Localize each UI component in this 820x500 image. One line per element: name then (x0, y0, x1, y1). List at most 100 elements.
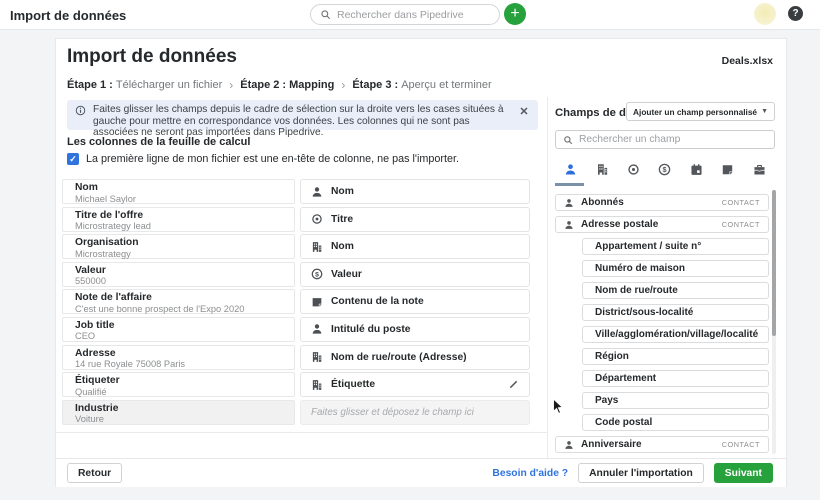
subfield-item[interactable]: Numéro de maison (582, 260, 769, 277)
source-column-cell: OrganisationMicrostrategy (62, 234, 295, 259)
mapped-field-cell[interactable]: Contenu de la note (300, 289, 530, 314)
subfield-item[interactable]: Département (582, 370, 769, 387)
pipedrive-field-label: Anniversaire (581, 439, 642, 450)
mapped-field-cell[interactable]: Nom (300, 179, 530, 204)
help-icon[interactable]: ? (788, 6, 803, 21)
source-column-cell: Adresse14 rue Royale 75008 Paris (62, 345, 295, 370)
mapping-row: Job titleCEOIntitulé du poste (62, 317, 541, 342)
tab-briefcase[interactable] (744, 157, 775, 181)
drop-zone-placeholder: Faites glisser et déposez le champ ici (311, 407, 474, 418)
deal-icon (311, 213, 323, 225)
pipedrive-field-label: Département (595, 373, 656, 384)
pipedrive-field-label: Abonnés (581, 197, 624, 208)
mapped-field-cell[interactable]: Titre (300, 207, 530, 232)
drop-zone[interactable]: Faites glisser et déposez le champ ici (300, 400, 530, 425)
mapping-row: Titre de l'offreMicrostrategy lead Titre (62, 207, 541, 232)
calendar-icon (690, 163, 703, 176)
field-entity-tag: CONTACT (722, 198, 760, 207)
import-card: Import de données Deals.xlsx Étape 1 :Té… (55, 38, 787, 487)
person-icon (564, 220, 574, 230)
breadcrumb-step[interactable]: Étape 2 :Mapping (240, 79, 334, 91)
tab-note[interactable] (712, 157, 743, 181)
subfield-item[interactable]: Code postal (582, 414, 769, 431)
tab-organization[interactable] (586, 157, 617, 181)
avatar[interactable] (754, 3, 776, 25)
person-icon (564, 198, 574, 208)
column-title: Valeur (75, 265, 282, 277)
back-button[interactable]: Retour (67, 463, 122, 483)
pipedrive-field-label: Ville/agglomération/village/localité (595, 329, 758, 340)
subfield-item[interactable]: Pays (582, 392, 769, 409)
breadcrumb-step[interactable]: Étape 3 :Aperçu et terminer (352, 79, 491, 91)
need-help-link[interactable]: Besoin d'aide ? (492, 468, 568, 479)
mapped-field-cell[interactable]: Nom de rue/route (Adresse) (300, 345, 530, 370)
source-column-cell: Titre de l'offreMicrostrategy lead (62, 207, 295, 232)
mapped-field-label: Titre (331, 214, 353, 225)
breadcrumb-step[interactable]: Étape 1 :Télécharger un fichier (67, 79, 222, 91)
pipedrive-field-label: Code postal (595, 417, 652, 428)
mapped-field-label: Valeur (331, 269, 362, 280)
step-label: Télécharger un fichier (116, 79, 222, 91)
global-search-input[interactable]: Rechercher dans Pipedrive (310, 4, 500, 25)
tab-calendar[interactable] (681, 157, 712, 181)
source-column-cell: NomMichael Saylor (62, 179, 295, 204)
svg-text:$: $ (663, 165, 667, 174)
pipedrive-field-label: Adresse postale (581, 219, 658, 230)
quick-add-button[interactable]: + (504, 3, 526, 25)
column-sample: Microstrategy lead (75, 221, 282, 231)
pipedrive-field-label: Région (595, 351, 629, 362)
mapped-field-label: Nom (331, 241, 354, 252)
subfield-item[interactable]: District/sous-localité (582, 304, 769, 321)
pipedrive-field-label: District/sous-localité (595, 307, 693, 318)
mapped-field-label: Nom de rue/route (Adresse) (331, 352, 467, 363)
subfield-item[interactable]: Nom de rue/route (582, 282, 769, 299)
money-icon: $ (658, 163, 671, 176)
step-prefix: Étape 2 : (240, 79, 286, 91)
mapping-row: OrganisationMicrostrategy Nom (62, 234, 541, 259)
subfield-item[interactable]: Appartement / suite n° (582, 238, 769, 255)
close-icon[interactable]: ✕ (518, 105, 530, 118)
scrollbar-thumb[interactable] (772, 190, 776, 336)
organization-icon (311, 241, 323, 253)
pipedrive-fields-panel: Champs de données Pipedrive Ajouter un c… (547, 97, 787, 458)
next-button[interactable]: Suivant (714, 463, 773, 483)
mapped-field-cell[interactable]: Intitulé du poste (300, 317, 530, 342)
field-search-input[interactable]: Rechercher un champ (555, 130, 775, 149)
deal-icon (627, 163, 640, 176)
cancel-import-button[interactable]: Annuler l'importation (578, 463, 704, 483)
topbar: Import de données Rechercher dans Pipedr… (0, 0, 820, 30)
svg-text:$: $ (315, 272, 319, 279)
mapped-field-cell[interactable]: $ Valeur (300, 262, 530, 287)
note-icon (311, 296, 323, 308)
mapping-row: IndustrieVoitureFaites glisser et dépose… (62, 400, 541, 425)
subfield-item[interactable]: Ville/agglomération/village/localité (582, 326, 769, 343)
tab-money[interactable]: $ (649, 157, 680, 181)
organization-icon (311, 379, 323, 391)
column-sample: 14 rue Royale 75008 Paris (75, 359, 282, 369)
column-sample: Michael Saylor (75, 194, 282, 204)
column-sample: CEO (75, 331, 282, 341)
mapped-field-cell[interactable]: Étiquette (300, 372, 530, 397)
mapped-field-cell[interactable]: Nom (300, 234, 530, 259)
checkbox-checked-icon[interactable]: ✓ (67, 153, 79, 165)
add-custom-field-button[interactable]: Ajouter un champ personnalisé ▼ (626, 102, 775, 121)
step-prefix: Étape 1 : (67, 79, 113, 91)
subfield-item[interactable]: Région (582, 348, 769, 365)
step-prefix: Étape 3 : (352, 79, 398, 91)
field-item[interactable]: AnniversaireCONTACT (555, 436, 769, 453)
field-item[interactable]: Abonnés CONTACT (555, 194, 769, 211)
info-banner: Faites glisser les champs depuis le cadr… (67, 100, 538, 130)
field-item[interactable]: Adresse postaleCONTACT (555, 216, 769, 233)
column-sample: Microstrategy (75, 249, 282, 259)
tab-person[interactable] (555, 157, 586, 181)
column-title: Étiqueter (75, 375, 282, 387)
page-title: Import de données (67, 46, 237, 68)
add-custom-field-label: Ajouter un champ personnalisé (633, 107, 757, 117)
search-icon (563, 135, 573, 145)
money-icon: $ (311, 268, 323, 280)
mapping-row: NomMichael SaylorNom (62, 179, 541, 204)
fields-scrollbar[interactable] (772, 190, 776, 454)
mouse-cursor (552, 398, 564, 415)
mapping-row: ÉtiqueterQualifiéÉtiquette (62, 372, 541, 397)
tab-deal[interactable] (618, 157, 649, 181)
